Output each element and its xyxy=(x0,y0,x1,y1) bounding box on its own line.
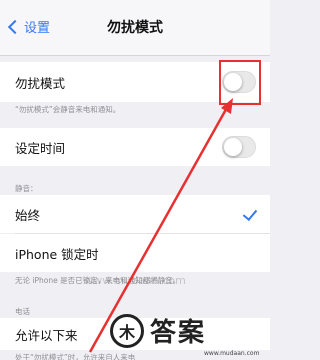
site-logo-badge: 木 答案 xyxy=(110,312,206,349)
logo-text: 答案 xyxy=(150,318,207,348)
logo-icon: 木 xyxy=(110,313,144,348)
annotation-arrow xyxy=(88,98,233,353)
logo-url: www.mudaan.com xyxy=(204,350,260,357)
